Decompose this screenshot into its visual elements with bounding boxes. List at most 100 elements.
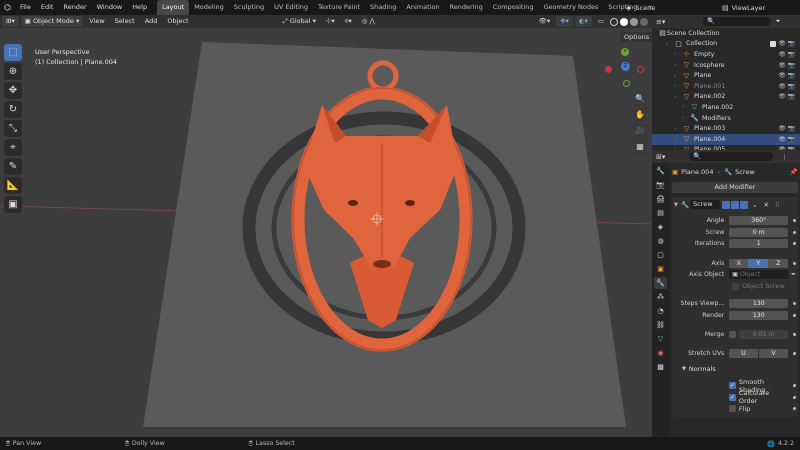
visibility-icon[interactable]: 👁▾ — [535, 16, 555, 27]
smooth-shading-checkbox[interactable]: ✓ — [729, 382, 736, 389]
annotate-icon[interactable]: ✎ — [4, 158, 22, 175]
tab-constraints-icon[interactable]: ⛓ — [654, 319, 667, 331]
steps-render-input[interactable]: 130 — [729, 310, 789, 320]
tab-tool-icon[interactable]: 🔧 — [654, 165, 667, 177]
calculate-order-checkbox[interactable]: ✓ — [729, 393, 736, 401]
tab-output-icon[interactable]: 🖨 — [654, 193, 667, 205]
tab-data-icon[interactable]: ▽ — [654, 333, 667, 345]
options-button[interactable]: Options — [620, 32, 652, 42]
axis-x-button[interactable]: X — [729, 258, 749, 268]
tab-layout[interactable]: Layout — [157, 0, 190, 15]
tab-modeling[interactable]: Modeling — [189, 0, 229, 15]
modifier-name-field[interactable]: Screw — [690, 200, 720, 209]
gizmo-y-icon[interactable]: Y — [621, 48, 629, 56]
outliner-item[interactable]: › ▽ Icosphere 👁 📷 — [652, 60, 800, 71]
expand-chevron-icon[interactable]: › — [674, 62, 682, 68]
cursor-icon[interactable]: ⊕ — [4, 63, 22, 80]
merge-checkbox[interactable] — [729, 331, 736, 338]
render-camera-icon[interactable]: 📷 — [788, 51, 795, 58]
drag-handle-icon[interactable]: ⠿ — [775, 201, 780, 209]
collapse-chevron-icon[interactable]: ▼ — [674, 202, 681, 208]
header-menu-add[interactable]: Add — [141, 16, 162, 27]
expand-chevron-icon[interactable]: › — [674, 94, 682, 100]
iterations-keyframe-icon[interactable] — [793, 242, 796, 245]
tab-sculpting[interactable]: Sculpting — [229, 0, 269, 15]
object-screw-checkbox[interactable] — [732, 282, 739, 290]
steps-viewport-keyframe-icon[interactable] — [793, 302, 796, 305]
render-camera-icon[interactable]: 📷 — [788, 83, 795, 90]
tab-animation[interactable]: Animation — [401, 0, 444, 15]
move-icon[interactable]: ✥ — [4, 82, 22, 99]
outliner-editor-icon[interactable]: ≡▾ — [656, 18, 665, 26]
properties-options-icon[interactable]: ⋮ — [781, 153, 788, 161]
tab-object-icon[interactable]: ▣ — [654, 263, 667, 275]
outliner-item[interactable]: › ▽ Plane 👁 📷 — [652, 70, 800, 81]
render-camera-icon[interactable]: 📷 — [788, 93, 795, 100]
add-cube-icon[interactable]: ▣ — [4, 196, 22, 213]
object-mode-dropdown[interactable]: ▣ Object Mode ▾ — [20, 16, 84, 27]
tab-texture-paint[interactable]: Texture Paint — [313, 0, 365, 15]
select-box-icon[interactable]: ⬚ — [4, 44, 22, 61]
transform-orientation-dropdown[interactable]: ⤢ Global ▾ — [279, 16, 320, 27]
steps-viewport-input[interactable]: 130 — [729, 299, 789, 308]
eyedropper-icon[interactable]: ✒ — [791, 271, 796, 278]
expand-chevron-icon[interactable]: › — [674, 51, 682, 57]
expand-chevron-icon[interactable]: › — [682, 115, 690, 121]
outliner-search-input[interactable]: 🔍 — [703, 17, 772, 26]
expand-chevron-icon[interactable]: › — [674, 83, 682, 89]
shading-solid-icon[interactable] — [620, 17, 628, 26]
exclude-checkbox[interactable] — [770, 40, 776, 47]
calculate-order-keyframe-icon[interactable] — [793, 395, 796, 399]
visibility-eye-icon[interactable]: 👁 — [778, 125, 786, 132]
tab-material-icon[interactable]: ◉ — [654, 347, 667, 359]
render-camera-icon[interactable]: 📷 — [788, 136, 795, 143]
tab-uv-editing[interactable]: UV Editing — [269, 0, 313, 15]
view-layer-selector[interactable]: ▤ ViewLayer — [722, 2, 765, 13]
angle-input[interactable]: 360° — [729, 216, 789, 225]
stretch-v-button[interactable]: V — [758, 348, 789, 358]
render-toggle-icon[interactable] — [740, 200, 748, 209]
tab-rendering[interactable]: Rendering — [445, 0, 488, 15]
3d-viewport[interactable]: ⬚ ⊕ ✥ ↻ ⤡ ⌖ ✎ 📐 ▣ User Perspective (1) C… — [0, 28, 652, 437]
steps-render-keyframe-icon[interactable] — [793, 313, 796, 317]
visibility-eye-icon[interactable]: 👁 — [778, 51, 786, 58]
outliner-scene-collection[interactable]: ▤ Scene Collection — [652, 28, 800, 39]
pivot-icon[interactable]: ⊹▾ — [322, 16, 339, 27]
tab-render-icon[interactable]: 📷 — [654, 179, 667, 191]
transform-icon[interactable]: ⌖ — [4, 139, 22, 156]
xray-icon[interactable]: ▭ — [594, 16, 608, 27]
navigation-gizmo[interactable]: Y Z — [601, 46, 647, 92]
scene-selector[interactable]: ◈ Scene — [626, 2, 705, 13]
visibility-eye-icon[interactable]: 👁 — [778, 93, 786, 100]
visibility-eye-icon[interactable]: 👁 — [778, 136, 786, 143]
outliner-item[interactable]: › ▽ Plane.001 👁 📷 — [652, 81, 800, 92]
visibility-eye-icon[interactable]: 👁 — [778, 62, 786, 69]
tab-shading[interactable]: Shading — [365, 0, 401, 15]
viewport-toggle-icon[interactable] — [731, 200, 739, 209]
axis-y-button[interactable]: Y — [748, 258, 769, 268]
expand-chevron-icon[interactable]: › — [682, 104, 690, 110]
pin-icon[interactable]: 📌 — [790, 168, 798, 176]
tab-world-icon[interactable]: ◍ — [654, 235, 667, 247]
screw-input[interactable]: 0 m — [729, 227, 789, 237]
shading-wireframe-icon[interactable] — [610, 17, 618, 26]
expand-chevron-icon[interactable]: › — [666, 41, 674, 47]
outliner-item[interactable]: › ▢ Collection 👁 📷 — [652, 39, 800, 50]
render-camera-icon[interactable]: 📷 — [788, 72, 795, 79]
overlays-toggle-icon[interactable]: ◐▾ — [574, 16, 592, 27]
header-menu-object[interactable]: Object — [163, 16, 192, 27]
editor-type-button[interactable]: ⊞▾ — [2, 16, 19, 27]
outliner-item[interactable]: › ▽ Plane.004 👁 📷 — [652, 133, 800, 145]
visibility-eye-icon[interactable]: 👁 — [778, 72, 786, 79]
outliner-item[interactable]: › ▽ Plane.002 — [652, 102, 800, 113]
properties-editor-icon[interactable]: ⊞▾ — [656, 153, 665, 161]
tab-geometry-nodes[interactable]: Geometry Nodes — [539, 0, 604, 15]
axis-object-input[interactable]: ▣ Object — [729, 270, 788, 279]
scale-icon[interactable]: ⤡ — [4, 120, 22, 137]
zoom-icon[interactable]: 🔍 — [633, 92, 647, 106]
proportional-edit-icon[interactable]: ◎ ⋀ — [358, 16, 379, 27]
tab-view-layer-icon[interactable]: ▤ — [654, 207, 667, 219]
gizmo-neg-y-icon[interactable] — [623, 80, 630, 87]
tab-physics-icon[interactable]: ◔ — [654, 305, 667, 317]
tab-collection-icon[interactable]: ▢ — [654, 249, 667, 261]
